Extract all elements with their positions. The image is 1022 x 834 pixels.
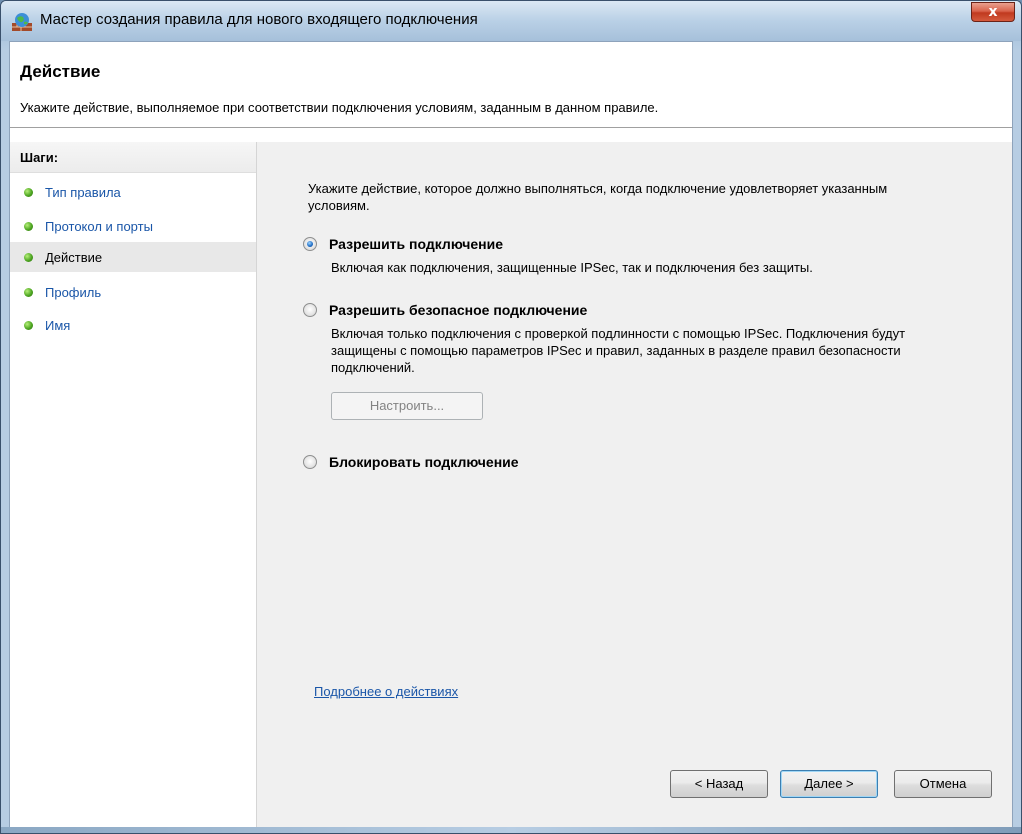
wizard-client-area: Действие Укажите действие, выполняемое п… <box>9 41 1013 828</box>
step-profile[interactable]: Профиль <box>10 277 256 307</box>
step-label[interactable]: Тип правила <box>45 185 121 200</box>
wizard-window: Мастер создания правила для нового входя… <box>0 0 1022 834</box>
option-block-label[interactable]: Блокировать подключение <box>329 454 519 470</box>
radio-allow[interactable] <box>303 237 317 251</box>
more-about-actions-link[interactable]: Подробнее о действиях <box>314 684 458 699</box>
option-allow-description: Включая как подключения, защищенные IPSe… <box>331 260 813 275</box>
next-button[interactable]: Далее > <box>780 770 878 798</box>
action-panel: Укажите действие, которое должно выполня… <box>257 142 1012 828</box>
green-dot-icon <box>24 187 33 197</box>
green-dot-icon <box>24 287 33 297</box>
page-description: Укажите действие, выполняемое при соотве… <box>20 100 659 115</box>
step-rule-type[interactable]: Тип правила <box>10 177 256 207</box>
steps-heading: Шаги: <box>10 142 256 173</box>
back-button[interactable]: < Назад <box>670 770 768 798</box>
green-dot-icon <box>24 320 33 330</box>
close-icon: x <box>988 4 998 20</box>
wizard-header: Действие Укажите действие, выполняемое п… <box>10 42 1012 128</box>
green-dot-icon <box>24 252 33 262</box>
cancel-button[interactable]: Отмена <box>894 770 992 798</box>
step-label[interactable]: Имя <box>45 318 70 333</box>
option-allow-label[interactable]: Разрешить подключение <box>329 236 503 252</box>
step-name[interactable]: Имя <box>10 310 256 340</box>
option-allow-secure-description: Включая только подключения с проверкой п… <box>331 326 906 375</box>
page-title: Действие <box>20 62 101 81</box>
title-bar[interactable]: Мастер создания правила для нового входя… <box>1 1 1021 41</box>
step-protocol-ports[interactable]: Протокол и порты <box>10 211 256 241</box>
step-label[interactable]: Профиль <box>45 285 101 300</box>
step-action: Действие <box>10 242 256 272</box>
window-bottom-border <box>1 827 1021 833</box>
option-allow-secure-label[interactable]: Разрешить безопасное подключение <box>329 302 587 318</box>
step-label: Действие <box>45 249 103 265</box>
steps-panel: Шаги: Тип правила Протокол и порты Дейст… <box>10 142 257 828</box>
step-label[interactable]: Протокол и порты <box>45 219 153 234</box>
green-dot-icon <box>24 221 33 231</box>
window-title: Мастер создания правила для нового входя… <box>40 11 478 28</box>
customize-button[interactable]: Настроить... <box>331 392 483 420</box>
firewall-globe-icon <box>11 12 33 32</box>
radio-allow-secure[interactable] <box>303 303 317 317</box>
intro-text: Укажите действие, которое должно выполня… <box>308 181 888 213</box>
close-button[interactable]: x <box>971 2 1015 22</box>
radio-block[interactable] <box>303 455 317 469</box>
